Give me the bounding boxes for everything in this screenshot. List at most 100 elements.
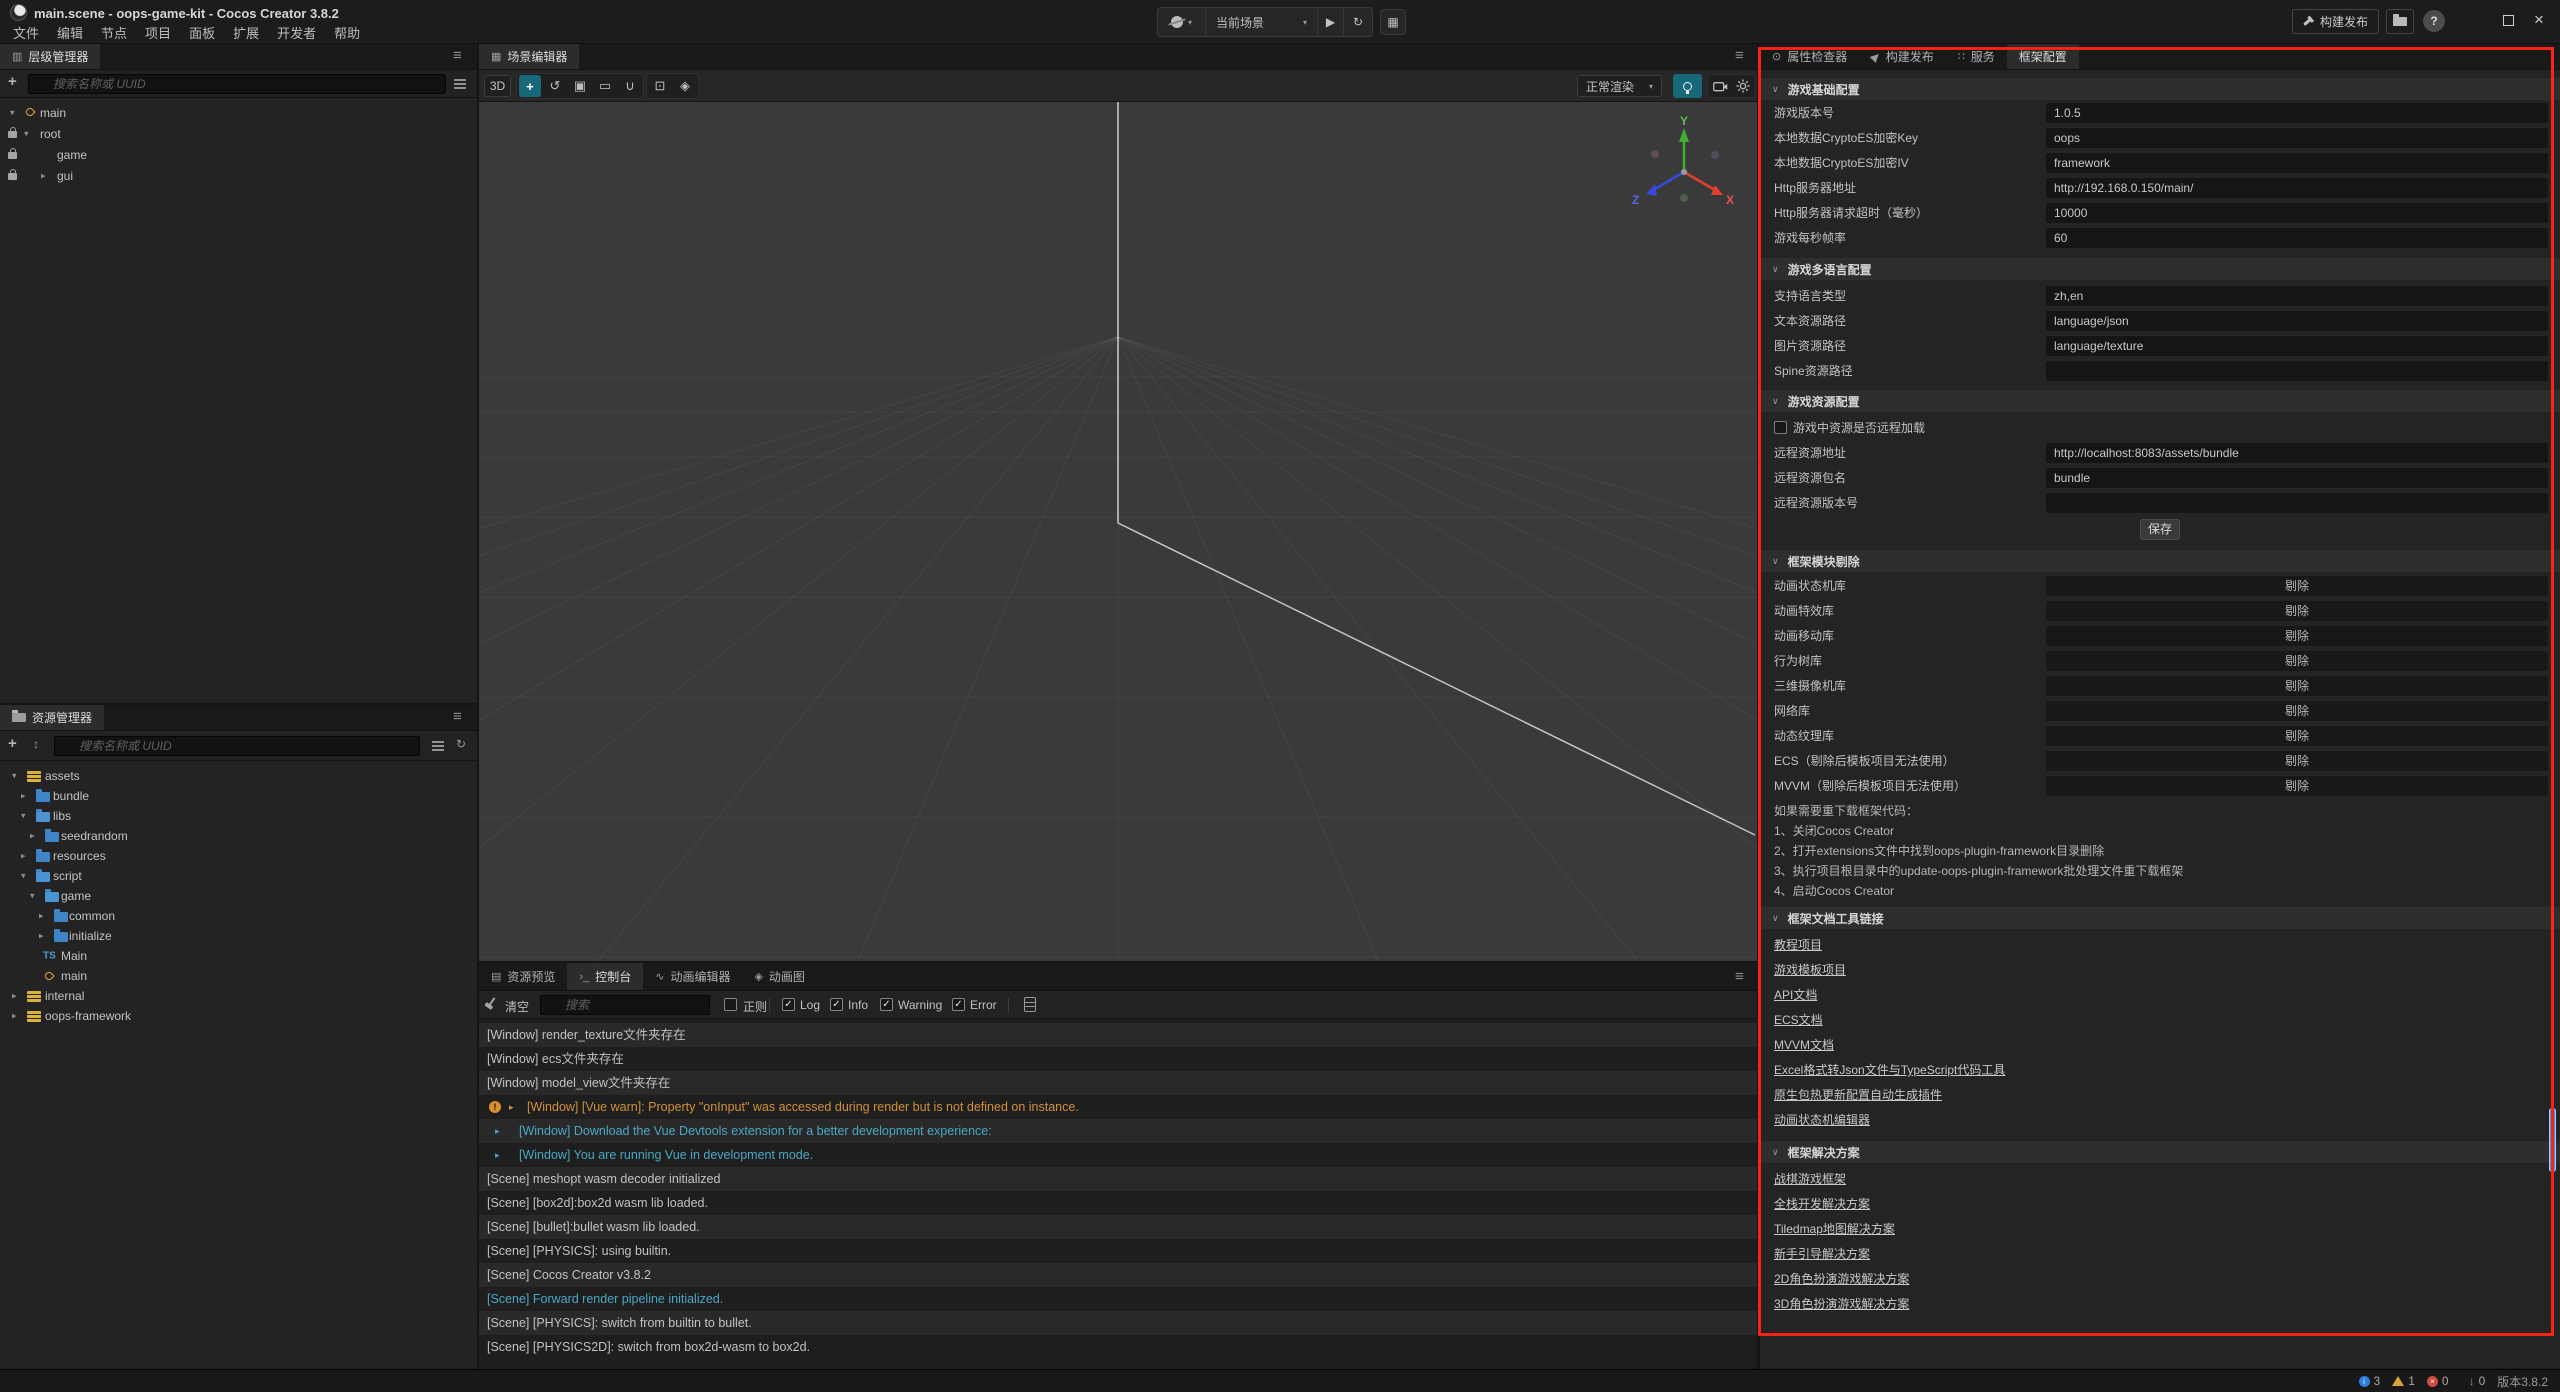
open-folder-button[interactable] xyxy=(2386,9,2414,34)
save-button[interactable]: 保存 xyxy=(2140,519,2180,540)
console-log-row[interactable]: [Window] ecs文件夹存在 xyxy=(479,1047,1757,1071)
layout-grid-button[interactable]: ▦ xyxy=(1380,9,1406,35)
menubar-item[interactable]: 编辑 xyxy=(48,24,92,44)
doc-link[interactable]: Excel格式转Json文件与TypeScript代码工具 xyxy=(1774,1061,2005,1078)
console-log-row[interactable]: [Scene] [PHYSICS2D]: switch from box2d-w… xyxy=(479,1335,1757,1359)
console-log-row[interactable]: ▸[Window] You are running Vue in develop… xyxy=(479,1143,1757,1167)
menubar-item[interactable]: 开发者 xyxy=(268,24,325,44)
solution-link[interactable]: 战棋游戏框架 xyxy=(1774,1170,1846,1187)
dimension-toggle-button[interactable]: 3D xyxy=(484,75,511,97)
asset-node-common[interactable]: ▸common xyxy=(0,906,477,926)
add-asset-button[interactable]: + xyxy=(8,735,17,752)
rotate-tool-button[interactable]: ↺ xyxy=(544,75,566,97)
console-tab[interactable]: ◈动画图 xyxy=(742,963,816,990)
field-input[interactable] xyxy=(2046,493,2548,513)
filter-checkbox-warning[interactable]: ✓ xyxy=(880,998,893,1011)
menubar-item[interactable]: 面板 xyxy=(180,24,224,44)
tab-scene-editor[interactable]: ▦ 场景编辑器 xyxy=(479,44,579,69)
console-log-row[interactable]: [Scene] [box2d]:box2d wasm lib loaded. xyxy=(479,1191,1757,1215)
config-panel-tab[interactable]: ∷服务 xyxy=(1946,44,2007,69)
chevron-right-icon[interactable]: ▸ xyxy=(21,791,26,802)
scene-settings-button[interactable] xyxy=(1733,76,1753,96)
chevron-down-icon[interactable]: ▾ xyxy=(21,871,26,882)
chevron-down-icon[interactable]: ▾ xyxy=(12,771,17,782)
chevron-right-icon[interactable]: ▸ xyxy=(495,1119,500,1143)
field-input[interactable] xyxy=(2046,203,2548,223)
field-input[interactable] xyxy=(2046,336,2548,356)
render-mode-select[interactable]: 正常渲染 ▾ xyxy=(1577,75,1662,97)
field-input[interactable] xyxy=(2046,311,2548,331)
coordinate-mode-button[interactable]: ◈ xyxy=(674,75,696,97)
remove-module-button[interactable]: 剔除 xyxy=(2046,776,2548,796)
hierarchy-search-input[interactable] xyxy=(28,74,446,94)
menubar-item[interactable]: 文件 xyxy=(4,24,48,44)
refresh-icon[interactable]: ↻ xyxy=(456,737,466,751)
config-panel-tab[interactable]: ▶构建发布 xyxy=(1859,44,1945,69)
asset-node-Main[interactable]: TSMain xyxy=(0,946,477,966)
filter-icon[interactable] xyxy=(454,79,466,81)
lock-icon[interactable] xyxy=(8,131,17,138)
remove-module-button[interactable]: 剔除 xyxy=(2046,651,2548,671)
remote-load-checkbox[interactable] xyxy=(1774,421,1787,434)
chevron-down-icon[interactable]: ▾ xyxy=(30,891,35,902)
menubar-item[interactable]: 扩展 xyxy=(224,24,268,44)
tab-assets[interactable]: 资源管理器 xyxy=(0,705,104,730)
config-panel-tab[interactable]: ⊙属性检查器 xyxy=(1760,44,1859,69)
solution-link[interactable]: 3D角色扮演游戏解决方案 xyxy=(1774,1295,1909,1312)
console-log-row[interactable]: [Scene] [bullet]:bullet wasm lib loaded. xyxy=(479,1215,1757,1239)
axis-gizmo[interactable]: Y X Z xyxy=(1629,114,1739,224)
asset-node-oops-framework[interactable]: ▸oops-framework xyxy=(0,1006,477,1026)
console-tab[interactable]: ▤资源预览 xyxy=(479,963,567,990)
scrollbar-thumb[interactable] xyxy=(2549,1108,2556,1172)
menubar-item[interactable]: 节点 xyxy=(92,24,136,44)
console-log-row[interactable]: [Window] model_view文件夹存在 xyxy=(479,1071,1757,1095)
filter-checkbox-info[interactable]: ✓ xyxy=(830,998,843,1011)
window-close-button[interactable]: × xyxy=(2534,10,2544,30)
scale-tool-button[interactable]: ▣ xyxy=(569,75,591,97)
task-counter[interactable]: ↓ 0 xyxy=(2469,1374,2486,1388)
remove-module-button[interactable]: 剔除 xyxy=(2046,751,2548,771)
scene-select[interactable]: 当前场景 ▾ xyxy=(1206,8,1318,36)
console-log-row[interactable]: !▸[Window] [Vue warn]: Property "onInput… xyxy=(479,1095,1757,1119)
lock-icon[interactable] xyxy=(8,173,17,180)
console-log-row[interactable]: ▸[Window] Download the Vue Devtools exte… xyxy=(479,1119,1757,1143)
remove-module-button[interactable]: 剔除 xyxy=(2046,601,2548,621)
console-log-row[interactable]: [Scene] [PHYSICS]: switch from builtin t… xyxy=(479,1311,1757,1335)
scene-viewport[interactable]: Y X Z xyxy=(479,102,1757,961)
console-tab[interactable]: ∿动画编辑器 xyxy=(643,963,742,990)
error-counter[interactable]: × 0 xyxy=(2427,1374,2449,1388)
field-input[interactable] xyxy=(2046,178,2548,198)
warning-counter[interactable]: 1 xyxy=(2392,1374,2415,1388)
rect-tool-button[interactable]: ▭ xyxy=(594,75,616,97)
gizmo-2d-button[interactable]: ∪ xyxy=(619,75,641,97)
chevron-right-icon[interactable]: ▸ xyxy=(41,170,46,181)
console-search-input[interactable] xyxy=(540,995,710,1015)
chevron-right-icon[interactable]: ▸ xyxy=(30,831,35,842)
console-log-row[interactable]: [Scene] meshopt wasm decoder initialized xyxy=(479,1167,1757,1191)
asset-node-assets[interactable]: ▾assets xyxy=(0,766,477,786)
asset-node-bundle[interactable]: ▸bundle xyxy=(0,786,477,806)
chevron-right-icon[interactable]: ▸ xyxy=(39,931,44,942)
regex-checkbox[interactable] xyxy=(724,998,737,1011)
console-log-row[interactable]: [Window] render_texture文件夹存在 xyxy=(479,1023,1757,1047)
asset-node-libs[interactable]: ▾libs xyxy=(0,806,477,826)
assets-menu-icon[interactable]: ≡ xyxy=(453,708,462,725)
field-input[interactable] xyxy=(2046,443,2548,463)
field-input[interactable] xyxy=(2046,128,2548,148)
chevron-right-icon[interactable]: ▸ xyxy=(39,911,44,922)
hierarchy-node-game[interactable]: game xyxy=(0,144,477,165)
solution-link[interactable]: 新手引导解决方案 xyxy=(1774,1245,1870,1262)
field-input[interactable] xyxy=(2046,228,2548,248)
asset-node-main[interactable]: main xyxy=(0,966,477,986)
tab-hierarchy[interactable]: ▥ 层级管理器 xyxy=(0,44,100,69)
section-header[interactable]: ∨框架解决方案 xyxy=(1760,1141,2560,1163)
add-node-button[interactable]: + xyxy=(8,73,17,90)
asset-node-seedrandom[interactable]: ▸seedrandom xyxy=(0,826,477,846)
remove-module-button[interactable]: 剔除 xyxy=(2046,626,2548,646)
filter-list-icon[interactable] xyxy=(432,741,444,743)
asset-node-internal[interactable]: ▸internal xyxy=(0,986,477,1006)
window-maximize-button[interactable] xyxy=(2503,15,2514,26)
assets-search-input[interactable] xyxy=(54,736,420,756)
field-input[interactable] xyxy=(2046,153,2548,173)
tab-framework-config[interactable]: 框架配置 xyxy=(2007,44,2079,69)
